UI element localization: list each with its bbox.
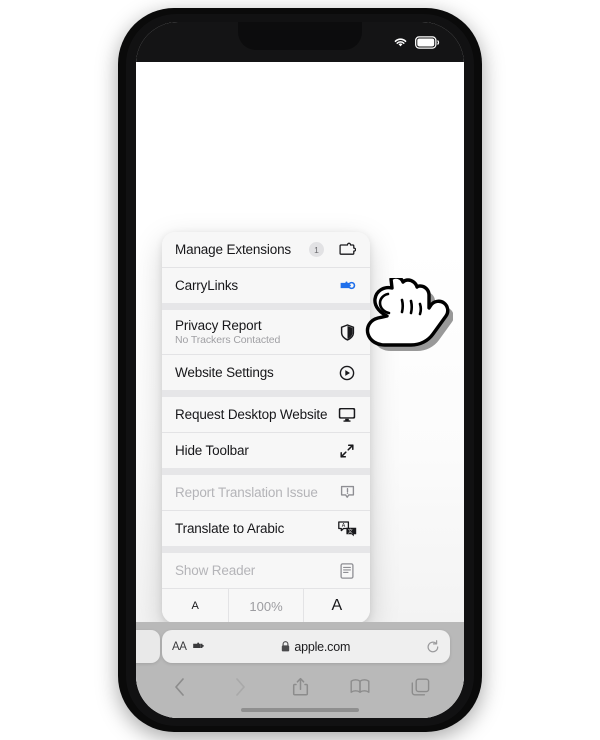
lock-icon — [281, 641, 290, 652]
privacy-report-title: Privacy Report — [175, 317, 262, 333]
zoom-level-display[interactable]: 100% — [229, 589, 302, 623]
home-indicator — [241, 708, 359, 712]
puzzle-piece-icon[interactable] — [192, 641, 206, 653]
desktop-monitor-icon — [336, 407, 358, 422]
menu-item-label: Translate to Arabic — [175, 520, 285, 536]
menu-item-translate-to-arabic[interactable]: Translate to Arabic A 文 — [162, 511, 370, 546]
svg-text:A: A — [341, 523, 345, 529]
menu-group-separator — [162, 546, 370, 553]
menu-item-hide-toolbar[interactable]: Hide Toolbar — [162, 433, 370, 468]
wifi-icon — [393, 36, 408, 48]
extensions-count-badge: 1 — [309, 242, 324, 257]
speech-bubble-exclamation-icon — [336, 485, 358, 500]
menu-item-report-translation-issue[interactable]: Report Translation Issue — [162, 475, 370, 510]
gear-circle-icon — [336, 365, 358, 381]
shield-half-icon — [336, 323, 358, 341]
forward-button[interactable] — [225, 674, 255, 700]
menu-item-request-desktop-website[interactable]: Request Desktop Website — [162, 397, 370, 432]
safari-bottom-bar: AA apple.com — [136, 622, 464, 718]
menu-item-label: Manage Extensions — [175, 241, 292, 257]
share-button[interactable] — [285, 674, 315, 700]
reload-icon[interactable] — [426, 639, 440, 654]
menu-item-label: Hide Toolbar — [175, 442, 249, 458]
diagonal-arrows-icon — [336, 443, 358, 459]
pointing-hand-cursor — [358, 275, 454, 383]
menu-item-privacy-report[interactable]: Privacy Report No Trackers Contacted — [162, 310, 370, 354]
menu-item-label: Show Reader — [175, 562, 256, 578]
bookmarks-button[interactable] — [345, 674, 375, 700]
battery-icon — [415, 35, 440, 49]
svg-text:文: 文 — [347, 527, 352, 534]
browser-toolbar — [136, 670, 464, 704]
translate-bubbles-icon: A 文 — [336, 520, 358, 537]
menu-item-label: Website Settings — [175, 364, 274, 380]
menu-item-website-settings[interactable]: Website Settings — [162, 355, 370, 390]
adjacent-tab-edge[interactable] — [136, 630, 160, 663]
menu-item-label: CarryLinks — [175, 277, 239, 293]
tabs-button[interactable] — [405, 674, 435, 700]
puzzle-piece-icon — [336, 242, 358, 257]
menu-item-label: Request Desktop Website — [175, 406, 328, 422]
menu-group-separator — [162, 390, 370, 397]
reader-document-icon — [336, 562, 358, 579]
url-display[interactable]: apple.com — [206, 640, 426, 654]
address-bar[interactable]: AA apple.com — [162, 630, 450, 663]
text-size-label[interactable]: AA — [172, 641, 187, 653]
menu-item-label: Report Translation Issue — [175, 484, 318, 500]
menu-group-separator — [162, 468, 370, 475]
text-size-row: A 100% A — [162, 589, 370, 623]
decrease-text-size-button[interactable]: A — [162, 589, 228, 623]
menu-item-carrylinks[interactable]: CarryLinks — [162, 268, 370, 303]
screenshot-stage: Manage Extensions 1 CarryLinks Privacy R… — [0, 0, 600, 740]
menu-item-manage-extensions[interactable]: Manage Extensions 1 — [162, 232, 370, 267]
privacy-report-subtitle: No Trackers Contacted — [175, 334, 281, 347]
phone-notch — [238, 22, 362, 50]
menu-group-separator — [162, 303, 370, 310]
safari-page-settings-menu: Manage Extensions 1 CarryLinks Privacy R… — [162, 232, 370, 623]
increase-text-size-button[interactable]: A — [304, 589, 370, 623]
menu-item-label: Privacy Report No Trackers Contacted — [175, 318, 336, 347]
url-text: apple.com — [294, 639, 351, 654]
menu-item-show-reader[interactable]: Show Reader — [162, 553, 370, 588]
carrylinks-extension-icon — [336, 279, 358, 292]
back-button[interactable] — [165, 674, 195, 700]
